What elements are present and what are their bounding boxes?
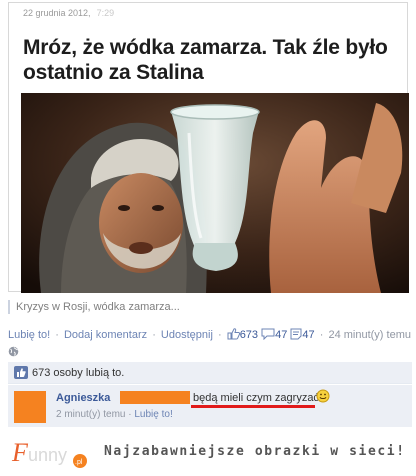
article-headline: Mróz, że wódka zamarza. Tak źle było ost… — [23, 36, 388, 84]
red-underline — [191, 405, 315, 408]
share-link[interactable]: Udostępnij — [161, 329, 213, 341]
footer-branding: F unny .pl Najzabawniejsze obrazki w sie… — [0, 430, 416, 476]
link-caption[interactable]: Kryzys w Rosji, wódka zamarza... — [8, 300, 180, 314]
comment-like-link[interactable]: Lubię to! — [134, 409, 172, 420]
comment-item: Agnieszka będą mieli czym zagryzać 2 min… — [8, 385, 412, 427]
comment-text: będą mieli czym zagryzać — [193, 392, 319, 404]
thumbs-up-icon — [227, 328, 240, 343]
action-bar: Lubię to! · Dodaj komentarz · Udostępnij… — [8, 328, 412, 343]
vodka-photo-illustration — [21, 93, 409, 293]
redacted-name-bar — [120, 391, 190, 404]
svg-text:unny: unny — [28, 445, 67, 465]
shares-count[interactable]: 47 — [275, 329, 287, 341]
comment-author[interactable]: Agnieszka — [56, 392, 110, 404]
thumbs-up-icon — [14, 365, 28, 387]
likes-summary-text[interactable]: 673 osoby lubią to. — [32, 367, 124, 379]
separator: · — [52, 329, 62, 341]
facebook-post: 22 grudnia 2012, 7:29 Mróz, że wódka zama… — [0, 0, 416, 476]
separator: · — [214, 329, 225, 341]
post-time[interactable]: 24 minut(y) temu — [328, 329, 411, 341]
globe-icon — [8, 344, 19, 362]
svg-text:.pl: .pl — [75, 459, 83, 466]
comment-meta: 2 minut(y) temu · Lubię to! — [56, 409, 173, 420]
like-link[interactable]: Lubię to! — [8, 329, 50, 341]
svg-text:F: F — [11, 438, 29, 467]
news-article[interactable]: 22 grudnia 2012, 7:29 Mróz, że wódka zama… — [8, 2, 409, 293]
article-photo — [21, 93, 409, 293]
likes-count[interactable]: 673 — [240, 329, 258, 341]
comments-count[interactable]: 47 — [302, 329, 314, 341]
comment-time[interactable]: 2 minut(y) temu — [56, 409, 125, 420]
avatar[interactable] — [14, 391, 46, 423]
smiley-icon — [316, 389, 330, 408]
funny-logo[interactable]: F unny .pl — [10, 434, 90, 476]
separator: · — [316, 329, 327, 341]
comment-icon — [290, 328, 302, 343]
share-icon — [261, 328, 275, 343]
separator: · — [149, 329, 159, 341]
add-comment-link[interactable]: Dodaj komentarz — [64, 329, 147, 341]
footer-tagline: Najzabawniejsze obrazki w sieci! — [104, 444, 406, 459]
likes-summary-row: 673 osoby lubią to. — [8, 362, 412, 384]
article-date: 22 grudnia 2012, — [23, 8, 91, 18]
article-meta: 22 grudnia 2012, 7:29 — [23, 8, 114, 18]
article-time: 7:29 — [96, 8, 115, 18]
